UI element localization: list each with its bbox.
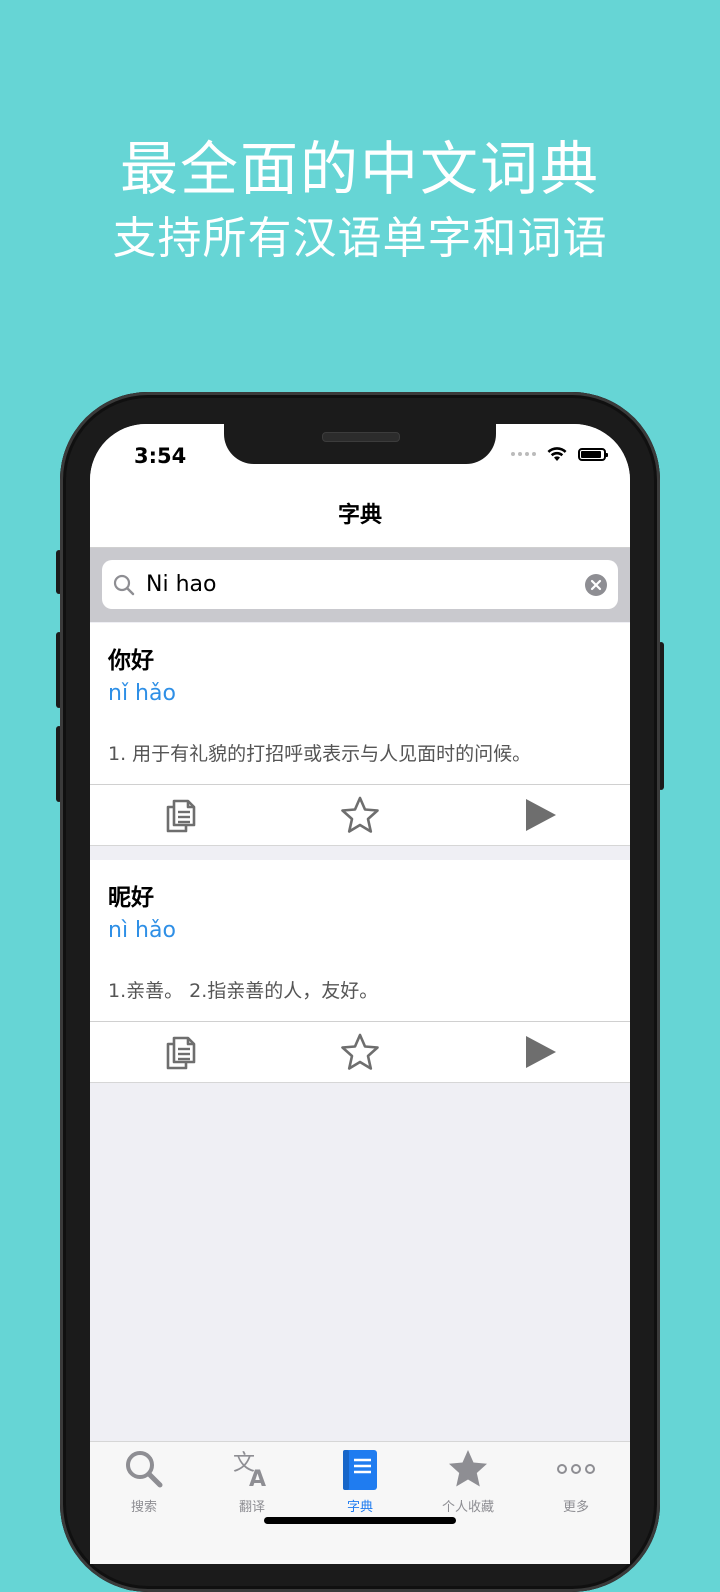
search-input[interactable] (146, 560, 566, 609)
favorite-star-icon[interactable] (340, 795, 380, 835)
entry-pinyin: nì hǎo (108, 918, 176, 943)
play-audio-icon[interactable] (520, 1032, 560, 1072)
tab-translate[interactable]: 文 A 翻译 (198, 1448, 306, 1515)
tab-label: 个人收藏 (441, 1500, 494, 1515)
book-icon (343, 1450, 377, 1490)
tab-bar: 搜索 文 A 翻译 字典 个人收藏 更多 (90, 1441, 630, 1564)
promo-headline: 最全面的中文词典 (119, 135, 600, 203)
battery-icon (578, 447, 608, 461)
dictionary-entry: 昵好 nì hǎo 1.亲善。 2.指亲善的人，友好。 (90, 860, 630, 1083)
home-indicator (264, 1517, 456, 1524)
search-icon (126, 1451, 163, 1488)
promo-subheadline: 支持所有汉语单字和词语 (112, 213, 608, 264)
tab-label: 翻译 (238, 1500, 265, 1515)
copy-icon[interactable] (160, 1032, 200, 1072)
favorite-star-icon[interactable] (340, 1032, 380, 1072)
more-icon (557, 1464, 595, 1474)
phone-screen: 3:54 字典 你 (90, 424, 630, 1564)
tab-label: 搜索 (130, 1500, 157, 1515)
entry-actions (90, 785, 630, 845)
divider (90, 845, 630, 846)
divider (90, 1082, 630, 1083)
tab-dictionary[interactable]: 字典 (306, 1448, 414, 1515)
nav-title: 字典 (90, 484, 630, 548)
search-icon (113, 574, 135, 596)
svg-text:A: A (249, 1467, 266, 1490)
entry-word: 你好 (108, 648, 154, 674)
tab-more[interactable]: 更多 (522, 1448, 630, 1515)
tab-label: 更多 (562, 1500, 589, 1515)
entry-pinyin: nǐ hǎo (108, 681, 176, 706)
status-icons (511, 446, 608, 462)
status-time: 3:54 (134, 444, 187, 468)
entry-word: 昵好 (108, 885, 154, 911)
signal-dots-icon (511, 452, 536, 456)
wifi-icon (547, 447, 567, 461)
tab-search[interactable]: 搜索 (90, 1448, 198, 1515)
clear-search-icon[interactable] (584, 573, 608, 597)
entry-definition: 1.亲善。 2.指亲善的人，友好。 (108, 980, 379, 1002)
tab-label: 字典 (346, 1500, 373, 1515)
dictionary-entry: 你好 nǐ hǎo 1. 用于有礼貌的打招呼或表示与人见面时的问候。 (90, 623, 630, 846)
play-audio-icon[interactable] (520, 795, 560, 835)
entry-actions (90, 1022, 630, 1082)
translate-icon: 文 A (233, 1451, 266, 1490)
search-bar (90, 548, 630, 622)
phone-notch (224, 424, 496, 464)
tab-favorites[interactable]: 个人收藏 (414, 1448, 522, 1515)
earpiece-speaker (322, 432, 400, 442)
entry-definition: 1. 用于有礼貌的打招呼或表示与人见面时的问候。 (108, 743, 532, 765)
star-icon (449, 1450, 487, 1487)
search-field[interactable] (102, 560, 618, 609)
copy-icon[interactable] (160, 795, 200, 835)
